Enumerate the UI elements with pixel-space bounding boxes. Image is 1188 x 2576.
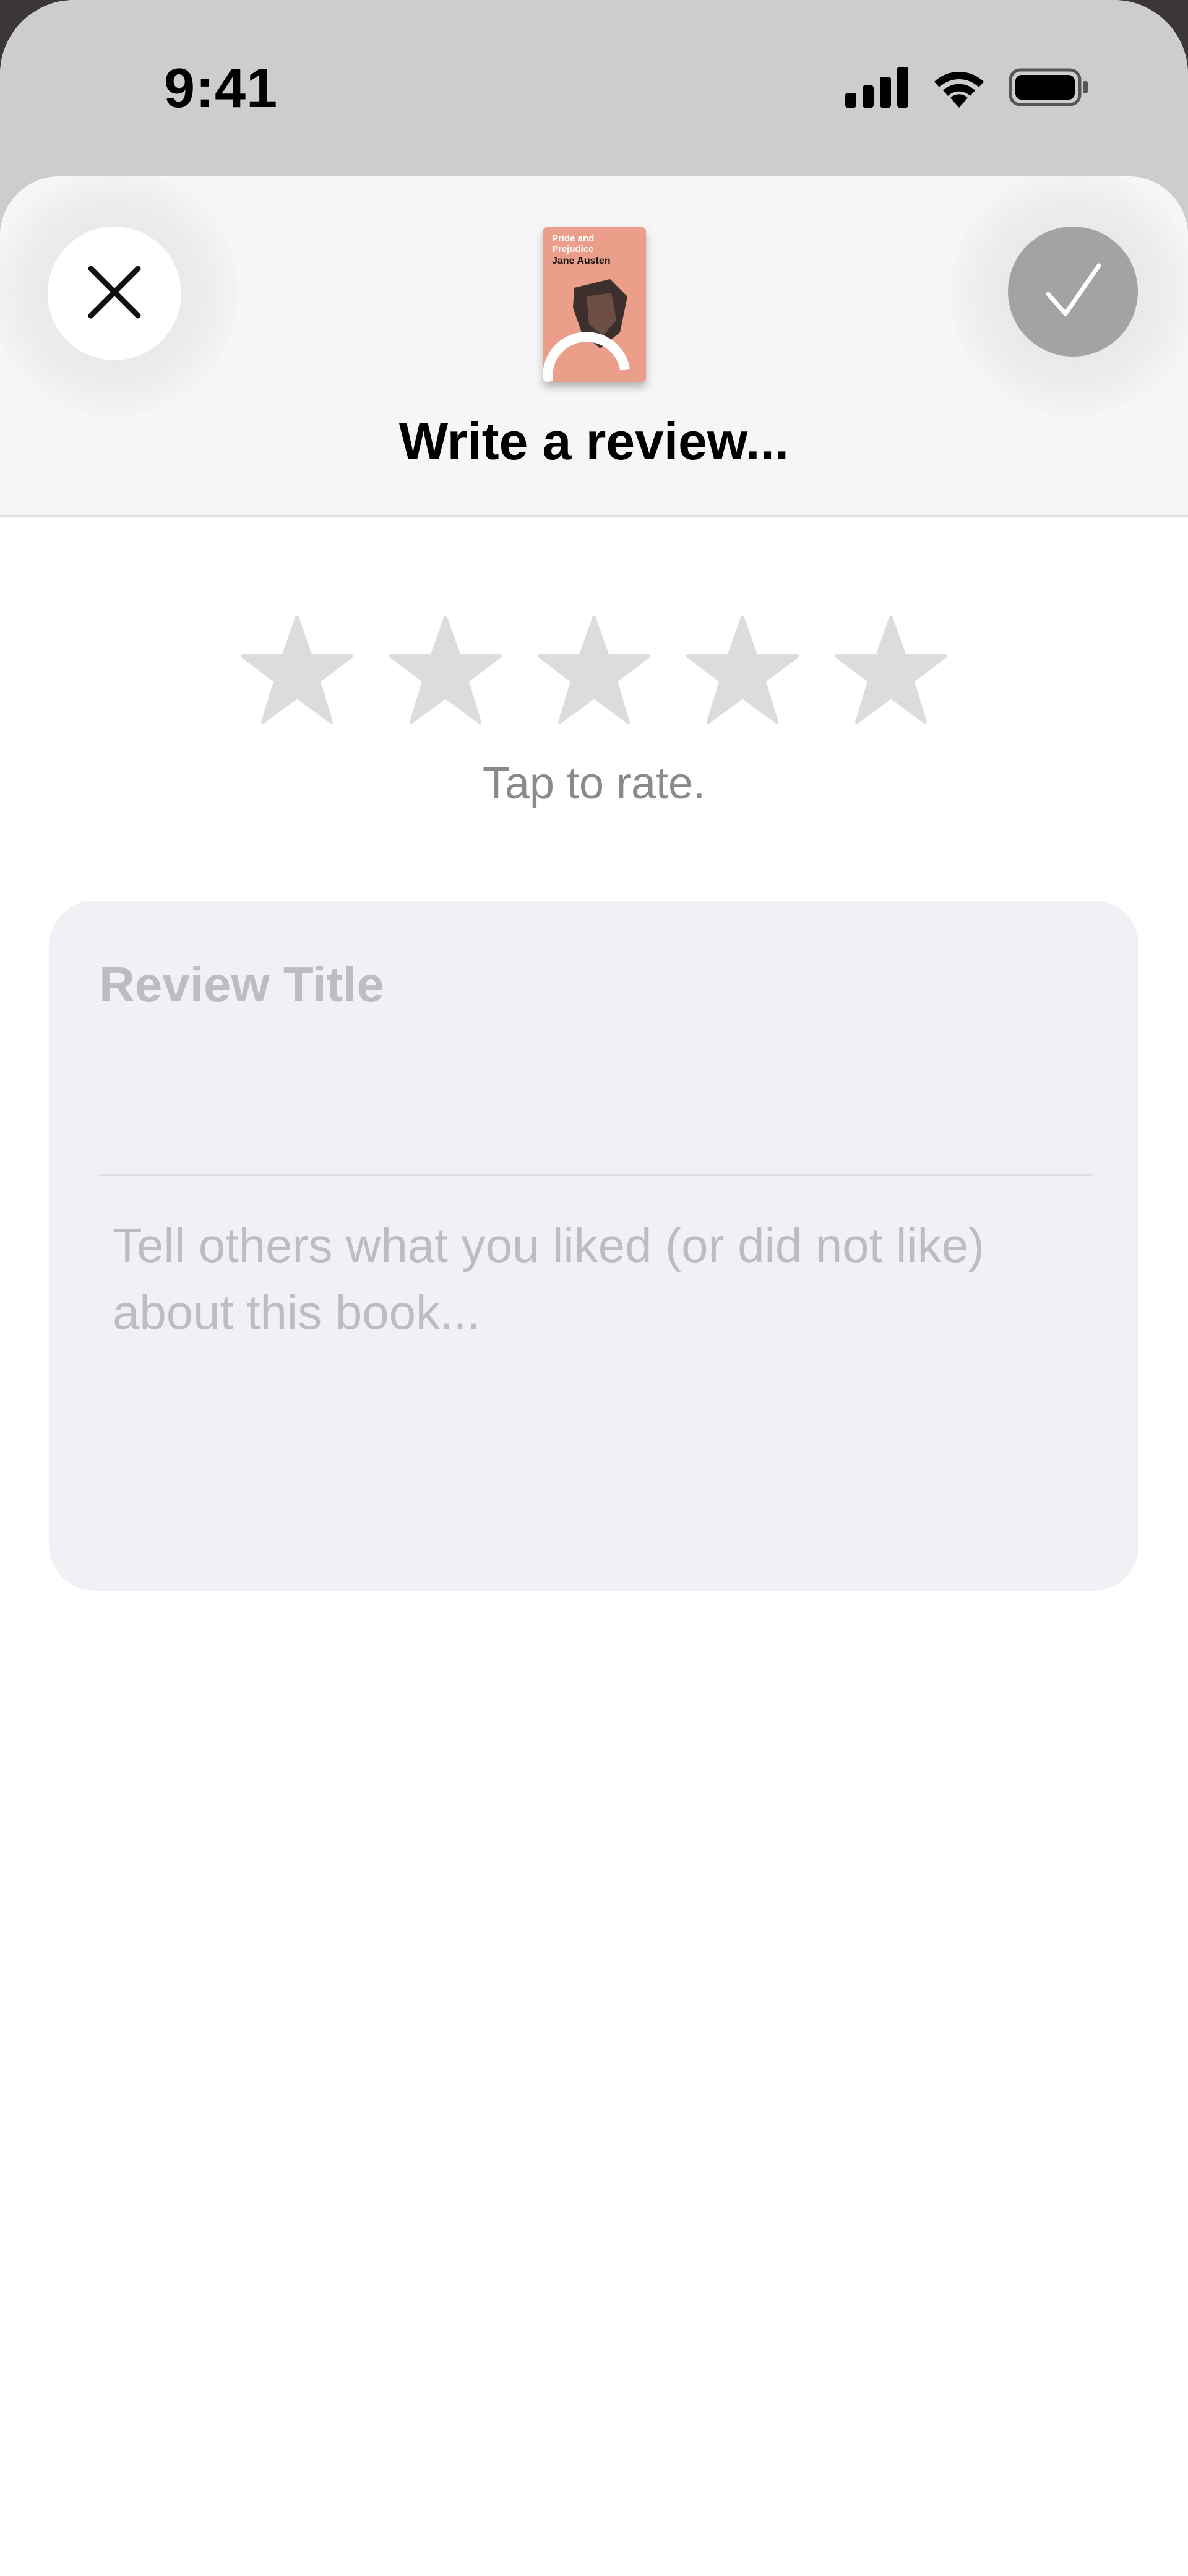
book-cover: Pride and Prejudice Jane Austen	[543, 227, 646, 382]
cellular-signal-icon	[845, 67, 910, 111]
rating-hint: Tap to rate.	[482, 759, 706, 808]
page-title: Write a review...	[398, 412, 790, 470]
star-2[interactable]	[389, 613, 502, 727]
star-1[interactable]	[240, 613, 354, 727]
status-bar: 9:41	[0, 0, 1188, 173]
divider	[99, 1174, 1092, 1176]
review-sheet: Pride and Prejudice Jane Austen Write a …	[0, 176, 1188, 2576]
star-rating[interactable]	[240, 613, 948, 727]
sheet-header: Pride and Prejudice Jane Austen Write a …	[0, 176, 1188, 517]
star-3[interactable]	[537, 613, 651, 727]
wifi-icon	[931, 67, 988, 111]
close-button[interactable]	[48, 227, 181, 360]
review-body-input[interactable]: Tell others what you liked (or did not l…	[113, 1212, 1090, 1346]
phone-screen: 9:41 Pride and Prejudice Jane Austen Wri…	[0, 0, 1188, 2576]
status-icons	[845, 67, 1089, 111]
star-4[interactable]	[686, 613, 799, 727]
battery-icon	[1009, 68, 1089, 110]
star-5[interactable]	[834, 613, 948, 727]
done-button[interactable]	[1008, 227, 1138, 357]
review-form-card: Review Title Tell others what you liked …	[50, 901, 1138, 1591]
close-icon	[85, 262, 144, 325]
review-title-input[interactable]: Review Title	[99, 956, 384, 1013]
status-time: 9:41	[164, 58, 278, 119]
checkmark-icon	[1042, 259, 1104, 324]
book-cover-art	[543, 279, 630, 382]
